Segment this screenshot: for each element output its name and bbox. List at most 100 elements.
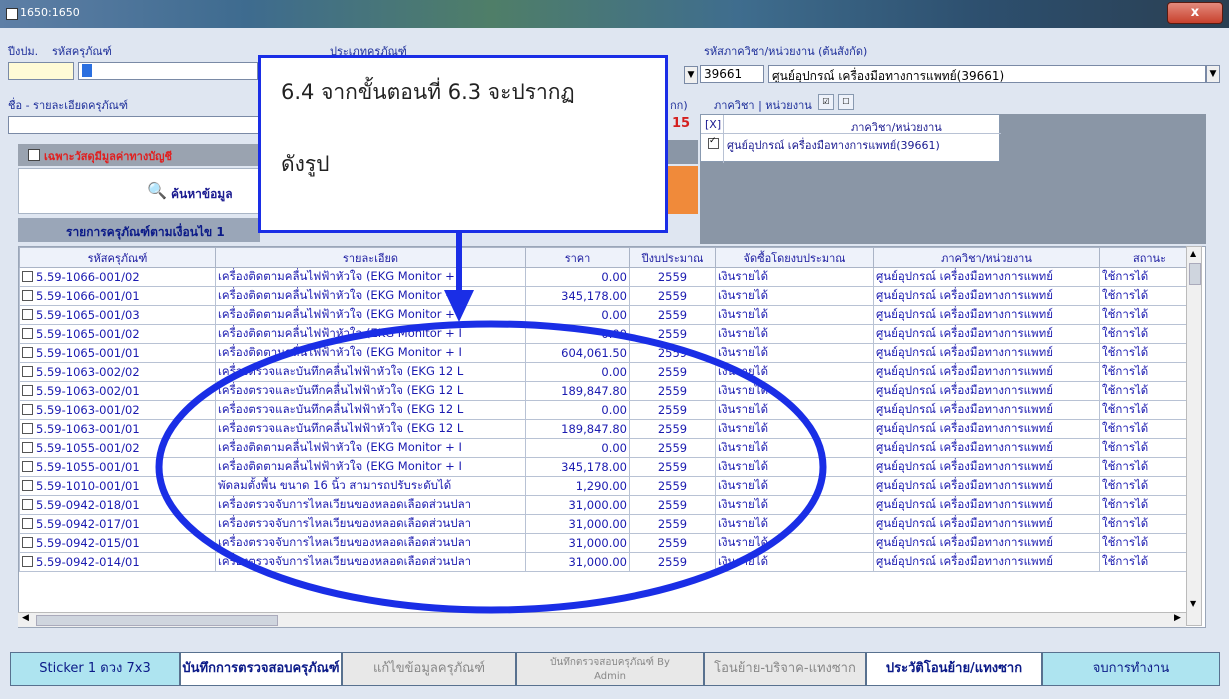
status-cell: ใช้การได้ xyxy=(1099,324,1200,344)
finish-button[interactable]: จบการทำงาน xyxy=(1042,652,1220,686)
budget-source-cell: เงินรายได้ xyxy=(715,514,874,534)
search-button[interactable]: 🔍 ค้นหาข้อมูล xyxy=(18,168,260,214)
count-fragment: 15 xyxy=(672,116,691,131)
department-cell: ศูนย์อุปกรณ์ เครื่องมือทางการแพทย์ xyxy=(873,514,1100,534)
fiscal-year-cell: 2559 xyxy=(629,305,716,325)
partial-label: กก) xyxy=(670,99,688,112)
vertical-scroll-thumb[interactable] xyxy=(1189,263,1201,285)
table-row[interactable]: 5.59-1063-001/01 เครื่องตรวจและบันทึกคลื่… xyxy=(19,419,1200,439)
table-row[interactable]: 5.59-1063-002/01 เครื่องตรวจและบันทึกคลื่… xyxy=(19,381,1200,401)
row-checkbox[interactable] xyxy=(22,442,33,453)
row-checkbox[interactable] xyxy=(22,404,33,415)
row-checkbox[interactable] xyxy=(22,309,33,320)
status-cell: ใช้การได้ xyxy=(1099,400,1200,420)
department-cell: ศูนย์อุปกรณ์ เครื่องมือทางการแพทย์ xyxy=(873,419,1100,439)
table-row[interactable]: 5.59-1063-002/02 เครื่องตรวจและบันทึกคลื่… xyxy=(19,362,1200,382)
description-cell: เครื่องติดตามคลื่นไฟฟ้าหัวใจ (EKG Monito… xyxy=(215,457,526,477)
table-row[interactable]: 5.59-0942-017/01 เครื่องตรวจจับการไหลเวีย… xyxy=(19,514,1200,534)
orange-action-button[interactable] xyxy=(668,166,698,214)
dept-dropdown-arrow[interactable]: ▼ xyxy=(1206,65,1220,83)
clear-all-icon[interactable]: ☐ xyxy=(838,94,854,110)
row-checkbox[interactable] xyxy=(22,461,33,472)
table-row[interactable]: 5.59-1066-001/01 เครื่องติดตามคลื่นไฟฟ้าห… xyxy=(19,286,1200,306)
edit-asset-button[interactable]: แก้ไขข้อมูลครุภัณฑ์ xyxy=(342,652,516,686)
budget-source-cell: เงินรายได้ xyxy=(715,457,874,477)
dept-code-field[interactable]: 39661 xyxy=(700,65,764,83)
asset-table: รหัสครุภัณฑ์ รายละเอียด ราคา ปีงบประมาณ … xyxy=(19,247,1200,572)
fiscal-year-input[interactable] xyxy=(8,62,74,80)
scroll-left-icon[interactable]: ◀ xyxy=(22,613,29,623)
column-header-department[interactable]: ภาควิชา/หน่วยงาน xyxy=(873,247,1100,268)
column-header-fiscal-year[interactable]: ปีงบประมาณ xyxy=(629,247,716,268)
table-row[interactable]: 5.59-1010-001/01 พัดลมตั้งพื้น ขนาด 16 นิ… xyxy=(19,476,1200,496)
dept-header-check[interactable]: [X] xyxy=(705,118,721,131)
row-checkbox[interactable] xyxy=(22,556,33,567)
status-cell: ใช้การได้ xyxy=(1099,267,1200,287)
status-cell: ใช้การได้ xyxy=(1099,457,1200,477)
select-all-icon[interactable]: ☑ xyxy=(818,94,834,110)
dept-row-checkbox[interactable]: ✓ xyxy=(708,136,719,149)
price-cell: 31,000.00 xyxy=(525,552,630,572)
table-row[interactable]: 5.59-0942-018/01 เครื่องตรวจจับการไหลเวีย… xyxy=(19,495,1200,515)
sticker-button[interactable]: Sticker 1 ดวง 7x3 xyxy=(10,652,180,686)
column-header-budget-source[interactable]: จัดซื้อโดยงบประมาณ xyxy=(715,247,874,268)
fiscal-year-cell: 2559 xyxy=(629,552,716,572)
scroll-right-icon[interactable]: ▶ xyxy=(1174,613,1181,623)
row-checkbox[interactable] xyxy=(22,480,33,491)
table-row[interactable]: 5.59-1065-001/01 เครื่องติดตามคลื่นไฟฟ้าห… xyxy=(19,343,1200,363)
table-row[interactable]: 5.59-0942-015/01 เครื่องตรวจจับการไหลเวีย… xyxy=(19,533,1200,553)
table-row[interactable]: 5.59-1065-001/03 เครื่องติดตามคลื่นไฟฟ้าห… xyxy=(19,305,1200,325)
admin-record-button[interactable]: บันทึกตรวจสอบครุภัณฑ์ By Admin xyxy=(516,652,704,686)
record-check-button[interactable]: บันทึกการตรวจสอบครุภัณฑ์ xyxy=(180,652,342,686)
column-header-status[interactable]: สถานะ xyxy=(1099,247,1200,268)
vertical-scrollbar[interactable]: ▲ ▼ xyxy=(1186,246,1202,626)
asset-code-text: 5.59-0942-014/01 xyxy=(36,555,140,569)
asset-type-dropdown-arrow[interactable]: ▼ xyxy=(684,66,698,84)
description-cell: เครื่องตรวจจับการไหลเวียนของหลอดเลือดส่ว… xyxy=(215,533,526,553)
department-cell: ศูนย์อุปกรณ์ เครื่องมือทางการแพทย์ xyxy=(873,267,1100,287)
price-cell: 345,178.00 xyxy=(525,457,630,477)
close-button[interactable]: x xyxy=(1167,2,1223,24)
table-row[interactable]: 5.59-1055-001/02 เครื่องติดตามคลื่นไฟฟ้าห… xyxy=(19,438,1200,458)
row-checkbox[interactable] xyxy=(22,518,33,529)
row-checkbox[interactable] xyxy=(22,366,33,377)
horizontal-scroll-thumb[interactable] xyxy=(36,615,278,626)
price-cell: 345,178.00 xyxy=(525,286,630,306)
column-header-description[interactable]: รายละเอียด xyxy=(215,247,526,268)
table-row[interactable]: 5.59-1065-001/02 เครื่องติดตามคลื่นไฟฟ้าห… xyxy=(19,324,1200,344)
asset-grid: รหัสครุภัณฑ์ รายละเอียด ราคา ปีงบประมาณ … xyxy=(18,246,1206,628)
row-checkbox[interactable] xyxy=(22,423,33,434)
table-row[interactable]: 5.59-0942-014/01 เครื่องตรวจจับการไหลเวีย… xyxy=(19,552,1200,572)
transfer-button[interactable]: โอนย้าย-บริจาค-แทงซาก xyxy=(704,652,866,686)
row-checkbox[interactable] xyxy=(22,499,33,510)
row-checkbox[interactable] xyxy=(22,537,33,548)
row-checkbox[interactable] xyxy=(22,271,33,282)
price-cell: 0.00 xyxy=(525,305,630,325)
department-cell: ศูนย์อุปกรณ์ เครื่องมือทางการแพทย์ xyxy=(873,286,1100,306)
row-checkbox[interactable] xyxy=(22,385,33,396)
budget-source-cell: เงินรายได้ xyxy=(715,362,874,382)
fiscal-year-cell: 2559 xyxy=(629,343,716,363)
budget-source-cell: เงินรายได้ xyxy=(715,381,874,401)
table-row[interactable]: 5.59-1063-001/02 เครื่องตรวจและบันทึกคลื่… xyxy=(19,400,1200,420)
row-checkbox[interactable] xyxy=(22,328,33,339)
column-header-asset-code[interactable]: รหัสครุภัณฑ์ xyxy=(19,247,216,268)
row-checkbox[interactable] xyxy=(22,347,33,358)
row-checkbox[interactable] xyxy=(22,290,33,301)
scroll-up-icon[interactable]: ▲ xyxy=(1190,249,1196,258)
asset-name-input[interactable] xyxy=(8,116,262,134)
scroll-down-icon[interactable]: ▼ xyxy=(1190,599,1196,608)
accounting-checkbox[interactable] xyxy=(28,149,40,161)
asset-code-text: 5.59-1065-001/03 xyxy=(36,308,140,322)
history-button[interactable]: ประวัติโอนย้าย/แทงซาก xyxy=(866,652,1042,686)
asset-code-input[interactable] xyxy=(78,62,258,80)
table-row[interactable]: 5.59-1066-001/02 เครื่องติดตามคลื่นไฟฟ้าห… xyxy=(19,267,1200,287)
department-cell: ศูนย์อุปกรณ์ เครื่องมือทางการแพทย์ xyxy=(873,362,1100,382)
dept-name-select[interactable]: ศูนย์อุปกรณ์ เครื่องมือทางการแพทย์(39661… xyxy=(768,65,1206,83)
table-row[interactable]: 5.59-1055-001/01 เครื่องติดตามคลื่นไฟฟ้าห… xyxy=(19,457,1200,477)
horizontal-scrollbar[interactable]: ◀ ▶ xyxy=(18,612,1186,627)
asset-code-cell: 5.59-0942-018/01 xyxy=(19,495,216,515)
fiscal-year-cell: 2559 xyxy=(629,400,716,420)
column-header-price[interactable]: ราคา xyxy=(525,247,630,268)
asset-code-cell: 5.59-1063-002/02 xyxy=(19,362,216,382)
